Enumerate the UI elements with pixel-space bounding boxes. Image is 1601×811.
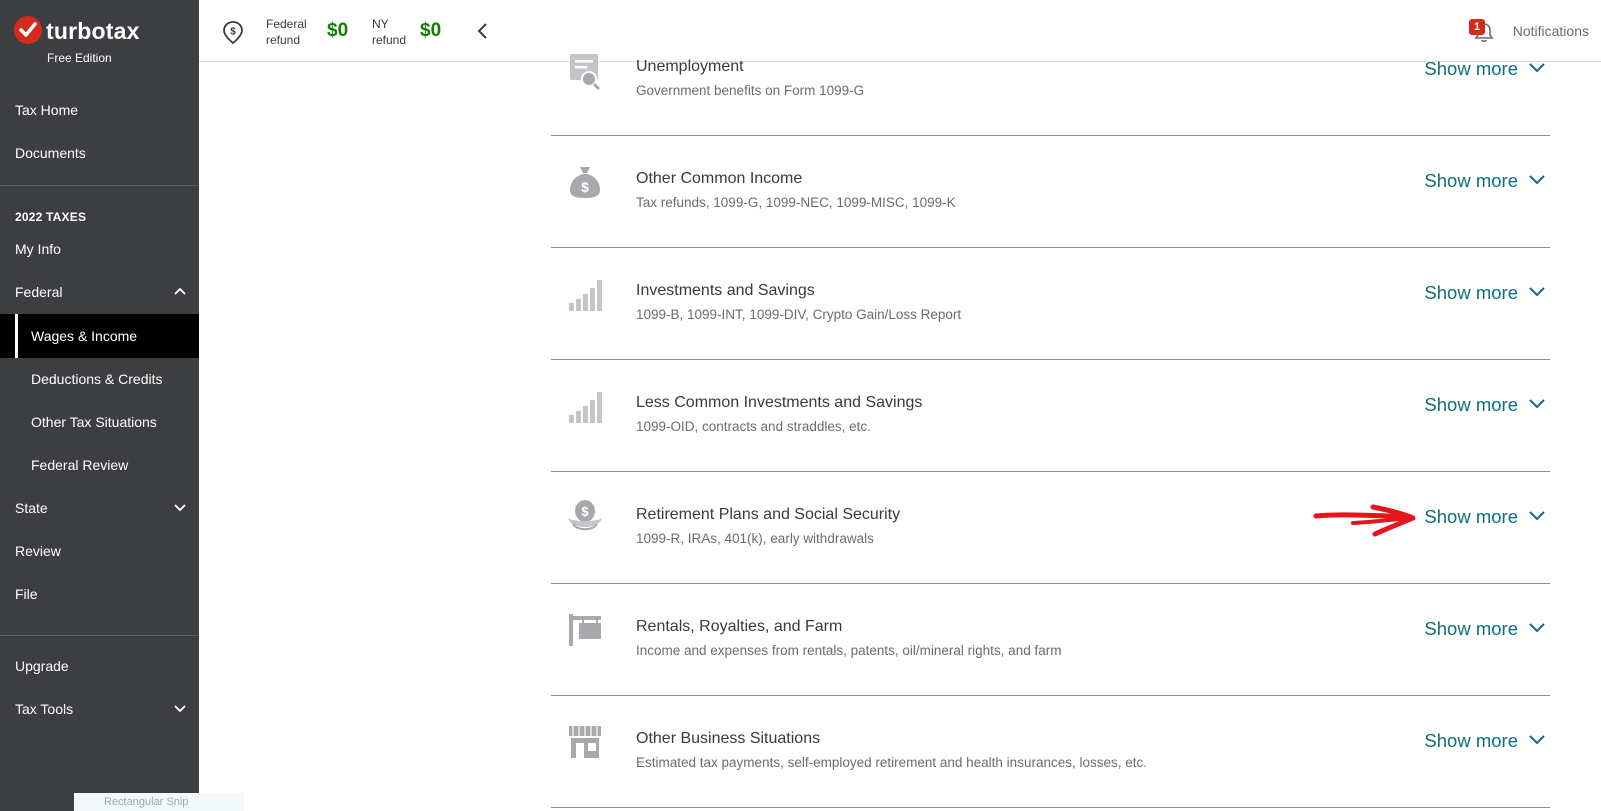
show-more-button[interactable]: Show more [1410,726,1550,756]
row-subtitle: Estimated tax payments, self-employed re… [636,755,1147,770]
certificate-search-icon [570,54,601,90]
checkmark-logo-icon [14,16,42,44]
state-refund-amount: $0 [420,20,442,41]
sidebar-item-label: Federal [15,284,63,300]
bar-growth-icon [569,392,602,423]
show-more-label: Show more [1424,394,1518,415]
row-subtitle: Income and expenses from rentals, patent… [636,643,1062,658]
income-category-row: Less Common Investments and Savings 1099… [551,360,1550,472]
show-more-label: Show more [1424,730,1518,751]
chevron-down-icon [1529,735,1545,745]
sidebar-divider [0,635,199,636]
sidebar-item-review[interactable]: Review [0,529,199,573]
sidebar-item-label: Documents [15,145,86,161]
sidebar-item-tax-home[interactable]: Tax Home [0,88,199,132]
show-more-button[interactable]: Show more [1410,390,1550,420]
row-title: Other Common Income [636,170,803,187]
chevron-down-icon [1529,399,1545,409]
show-more-label: Show more [1424,506,1518,527]
row-title: Less Common Investments and Savings [636,394,923,411]
sidebar-item-file[interactable]: File [0,572,199,616]
svg-text:$: $ [230,27,236,38]
row-subtitle: Tax refunds, 1099-G, 1099-NEC, 1099-MISC… [636,195,956,210]
refund-location-icon: $ [223,21,243,45]
show-more-button[interactable]: Show more [1410,166,1550,196]
show-more-button[interactable]: Show more [1410,54,1550,84]
chevron-down-icon [1529,623,1545,633]
sidebar-item-label: Review [15,543,61,559]
row-subtitle: 1099-R, IRAs, 401(k), early withdrawals [636,531,874,546]
turbotax-logo[interactable]: turbotax Free Edition [14,16,194,68]
sidebar-item-label: Wages & Income [31,328,138,344]
show-more-label: Show more [1424,58,1518,79]
row-title: Investments and Savings [636,282,815,299]
sidebar-nav: turbotax Free Edition Tax Home Documents… [0,0,199,811]
show-more-button[interactable]: Show more [1410,614,1550,644]
sidebar-item-label: Other Tax Situations [31,414,157,430]
sidebar-item-label: State [15,500,48,516]
chevron-down-icon [1529,287,1545,297]
state-refund-label: NY refund [372,17,407,47]
row-title: Retirement Plans and Social Security [636,506,901,523]
sidebar-item-label: My Info [15,241,61,257]
logo-wordmark: turbotax [46,18,140,44]
sidebar-item-label: Upgrade [15,658,69,674]
sidebar-item-state[interactable]: State [0,486,199,530]
sidebar-item-deductions-credits[interactable]: Deductions & Credits [0,357,199,401]
show-more-button[interactable]: Show more [1410,502,1550,532]
show-more-label: Show more [1424,282,1518,303]
red-annotation-arrow-icon [1313,504,1416,537]
chevron-down-icon [1529,63,1545,73]
income-category-row: Rentals, Royalties, and Farm Income and … [551,584,1550,696]
sidebar-item-tax-tools[interactable]: Tax Tools [0,687,199,731]
chevron-up-icon [174,287,186,295]
row-subtitle: 1099-OID, contracts and straddles, etc. [636,419,871,434]
sidebar-item-upgrade[interactable]: Upgrade [0,644,199,688]
chevron-down-icon [174,705,186,713]
snip-tool-overlay: Rectangular Snip [74,793,244,811]
income-category-row: Investments and Savings 1099-B, 1099-INT… [551,248,1550,360]
edition-label: Free Edition [47,51,112,65]
sidebar-item-label: Tax Tools [15,701,74,717]
sidebar-item-label: Federal Review [31,457,129,473]
chevron-down-icon [1529,175,1545,185]
sidebar-item-other-tax-situations[interactable]: Other Tax Situations [0,400,199,444]
income-category-row: Unemployment Government benefits on Form… [551,24,1550,136]
svg-text:$: $ [581,179,589,195]
chevron-down-icon [174,504,186,512]
row-title: Rentals, Royalties, and Farm [636,618,843,635]
storefront-icon [569,726,601,758]
bar-growth-icon [569,280,602,311]
income-category-row: $ Other Common Income Tax refunds, 1099-… [551,136,1550,248]
sidebar-item-label: File [15,586,38,602]
sidebar-divider [0,185,199,186]
svg-text:$: $ [581,504,589,519]
show-more-label: Show more [1424,170,1518,191]
show-more-button[interactable]: Show more [1410,278,1550,308]
sidebar-item-documents[interactable]: Documents [0,131,199,175]
money-bag-icon: $ [570,167,600,198]
federal-refund-amount: $0 [327,20,349,41]
sign-post-icon [569,614,601,646]
row-subtitle: 1099-B, 1099-INT, 1099-DIV, Crypto Gain/… [636,307,962,322]
sidebar-item-my-info[interactable]: My Info [0,227,199,271]
row-subtitle: Government benefits on Form 1099-G [636,83,865,98]
sidebar-item-federal[interactable]: Federal [0,270,199,314]
sidebar-item-wages-income[interactable]: Wages & Income [0,314,199,358]
nest-egg-icon: $ [568,500,602,531]
sidebar-item-federal-review[interactable]: Federal Review [0,443,199,487]
show-more-label: Show more [1424,618,1518,639]
row-title: Other Business Situations [636,730,821,747]
sidebar-item-label: Deductions & Credits [31,371,163,387]
income-category-row: Other Business Situations Estimated tax … [551,696,1550,808]
section-heading: 2022 TAXES [15,210,87,224]
collapse-refund-chevron-icon[interactable] [476,22,488,40]
sidebar-item-label: Tax Home [15,102,79,118]
row-title: Unemployment [636,58,744,75]
federal-refund-label: Federal refund [266,17,307,47]
chevron-down-icon [1529,511,1545,521]
